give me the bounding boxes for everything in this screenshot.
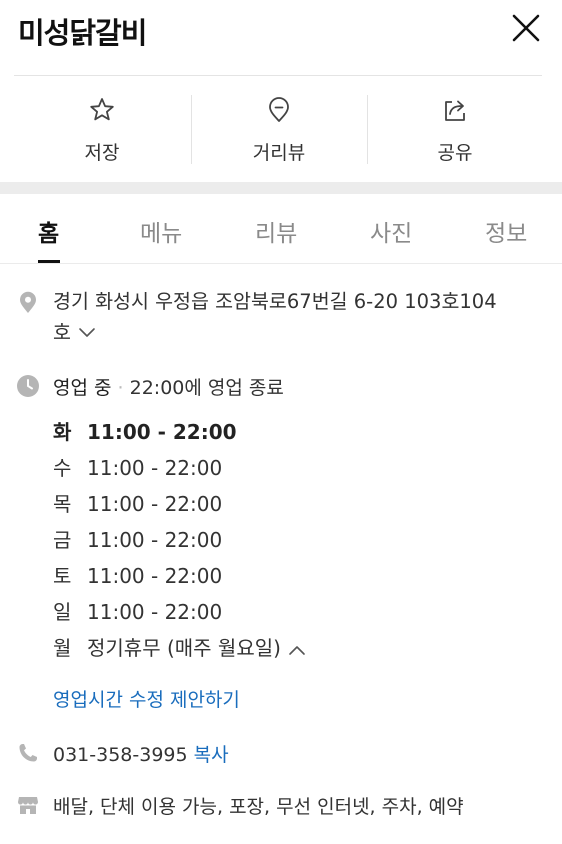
location-pin-icon bbox=[269, 97, 289, 122]
tab-info[interactable]: 정보 bbox=[485, 214, 527, 248]
address-line-2: 호 bbox=[53, 321, 71, 344]
phone-number[interactable]: 031-358-3995 bbox=[53, 744, 188, 766]
copy-phone-button[interactable]: 복사 bbox=[194, 744, 229, 766]
hours-day: 목 bbox=[53, 492, 72, 516]
hours-day: 금 bbox=[53, 528, 72, 552]
status-detail: 22:00에 영업 종료 bbox=[129, 377, 284, 399]
tab-reviews[interactable]: 리뷰 bbox=[255, 214, 297, 248]
store-icon bbox=[16, 793, 40, 817]
hours-time: 11:00 - 22:00 bbox=[87, 600, 223, 624]
section-gap bbox=[0, 182, 562, 194]
hours-day: 일 bbox=[53, 600, 72, 624]
star-icon bbox=[90, 98, 114, 121]
address[interactable]: 경기 화성시 우정읍 조암북로67번길 6-20 103호104 호 bbox=[53, 286, 543, 349]
share-button[interactable]: 공유 bbox=[367, 76, 543, 182]
phone-icon bbox=[16, 741, 40, 765]
hours-row: 목 11:00 - 22:00 bbox=[53, 488, 222, 517]
hours-row: 토 11:00 - 22:00 bbox=[53, 560, 222, 589]
hours-day: 토 bbox=[53, 564, 72, 588]
tab-bar: 홈 메뉴 리뷰 사진 정보 bbox=[0, 194, 562, 264]
street-view-button[interactable]: 거리뷰 bbox=[191, 76, 367, 182]
hours-time: 11:00 - 22:00 bbox=[87, 564, 223, 588]
hours-time: 11:00 - 22:00 bbox=[87, 456, 223, 480]
status-state: 영업 중 bbox=[53, 377, 112, 399]
hours-row[interactable]: 월 정기휴무 (매주 월요일) bbox=[53, 632, 307, 662]
business-status: 영업 중 · 22:00에 영업 종료 bbox=[53, 373, 284, 400]
tab-home[interactable]: 홈 bbox=[38, 214, 59, 248]
action-bar: 저장 거리뷰 공유 bbox=[0, 76, 562, 182]
chevron-up-icon[interactable] bbox=[287, 638, 307, 662]
hours-day: 화 bbox=[53, 420, 72, 444]
tab-menu[interactable]: 메뉴 bbox=[140, 214, 182, 248]
hours-day: 수 bbox=[53, 456, 72, 480]
save-button[interactable]: 저장 bbox=[14, 76, 190, 182]
share-label: 공유 bbox=[437, 142, 473, 164]
hours-row: 화 11:00 - 22:00 bbox=[53, 416, 237, 445]
clock-icon bbox=[16, 374, 40, 398]
close-icon[interactable] bbox=[508, 10, 544, 46]
hours-row: 금 11:00 - 22:00 bbox=[53, 524, 222, 553]
status-separator: · bbox=[117, 377, 124, 399]
phone-row: 031-358-3995 복사 bbox=[53, 740, 229, 767]
hours-time: 11:00 - 22:00 bbox=[87, 492, 223, 516]
hours-row: 수 11:00 - 22:00 bbox=[53, 452, 222, 481]
suggest-hours-edit-link[interactable]: 영업시간 수정 제안하기 bbox=[53, 685, 240, 712]
hours-day: 월 bbox=[53, 636, 72, 660]
hours-time: 11:00 - 22:00 bbox=[87, 420, 237, 444]
place-title: 미성닭갈비 bbox=[18, 16, 147, 50]
address-line: 경기 화성시 우정읍 조암북로67번길 6-20 103호104 bbox=[53, 290, 497, 313]
hours-time: 정기휴무 (매주 월요일) bbox=[87, 636, 281, 660]
hours-time: 11:00 - 22:00 bbox=[87, 528, 223, 552]
hours-row: 일 11:00 - 22:00 bbox=[53, 596, 222, 625]
street-view-label: 거리뷰 bbox=[252, 142, 306, 164]
location-marker-icon bbox=[16, 290, 40, 314]
amenities: 배달, 단체 이용 가능, 포장, 무선 인터넷, 주차, 예약 bbox=[53, 796, 464, 818]
active-tab-indicator bbox=[38, 260, 60, 263]
chevron-down-icon[interactable] bbox=[77, 318, 97, 349]
save-label: 저장 bbox=[84, 142, 120, 164]
header: 미성닭갈비 bbox=[0, 0, 562, 64]
share-icon bbox=[445, 100, 465, 121]
tab-photos[interactable]: 사진 bbox=[370, 214, 412, 248]
